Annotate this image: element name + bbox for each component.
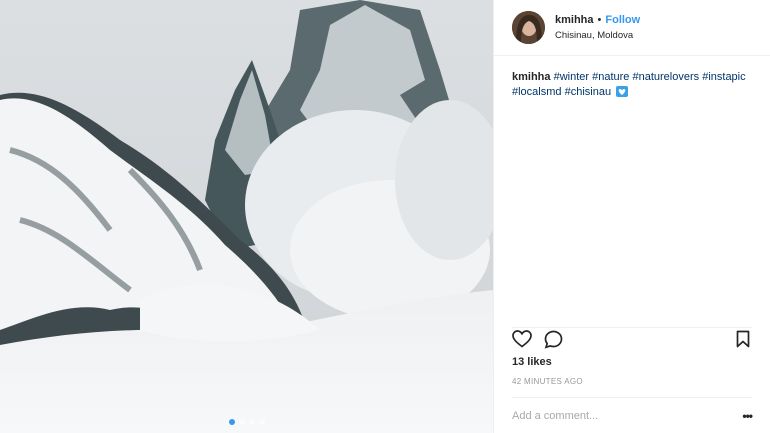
more-options-icon[interactable]: ••• [742, 409, 753, 423]
hashtag-link[interactable]: #instapic [702, 71, 745, 83]
post-photo[interactable] [0, 0, 493, 433]
comment-icon[interactable] [544, 330, 563, 349]
post-sidebar: kmihha • Follow Chisinau, Moldova kmihha… [493, 0, 770, 433]
caption-username[interactable]: kmihha [512, 71, 551, 83]
hashtag-link[interactable]: #chisinau [565, 86, 611, 98]
carousel-dot[interactable] [238, 419, 245, 425]
instagram-post: kmihha • Follow Chisinau, Moldova kmihha… [0, 0, 770, 433]
bookmark-icon[interactable] [736, 330, 750, 348]
carousel-dot[interactable] [258, 419, 265, 425]
heart-icon[interactable] [512, 330, 532, 348]
comment-input[interactable] [512, 409, 712, 422]
hashtag-link[interactable]: #winter [554, 71, 589, 83]
action-bar [512, 327, 752, 349]
comment-bar: ••• [512, 397, 753, 433]
hashtag-link[interactable]: #naturelovers [632, 71, 699, 83]
carousel-dot[interactable] [248, 419, 255, 425]
blue-heart-emoji [616, 86, 629, 97]
location-link[interactable]: Chisinau, Moldova [555, 30, 640, 41]
hashtag-link[interactable]: #localsmd [512, 86, 562, 98]
likes-count[interactable]: 13 likes [512, 356, 552, 368]
avatar[interactable] [512, 11, 545, 44]
username-link[interactable]: kmihha [555, 14, 594, 26]
follow-button[interactable]: Follow [605, 14, 640, 26]
post-caption: kmihha #winter #nature #naturelovers #in… [512, 70, 757, 100]
avatar-image [512, 11, 545, 44]
snowy-landscape-image [0, 0, 493, 433]
carousel-indicator [0, 419, 493, 425]
separator-dot: • [597, 14, 602, 26]
post-header: kmihha • Follow Chisinau, Moldova [494, 0, 770, 56]
hashtag-link[interactable]: #nature [592, 71, 629, 83]
carousel-dot[interactable] [228, 419, 235, 425]
post-timestamp[interactable]: 42 MINUTES AGO [512, 377, 583, 386]
